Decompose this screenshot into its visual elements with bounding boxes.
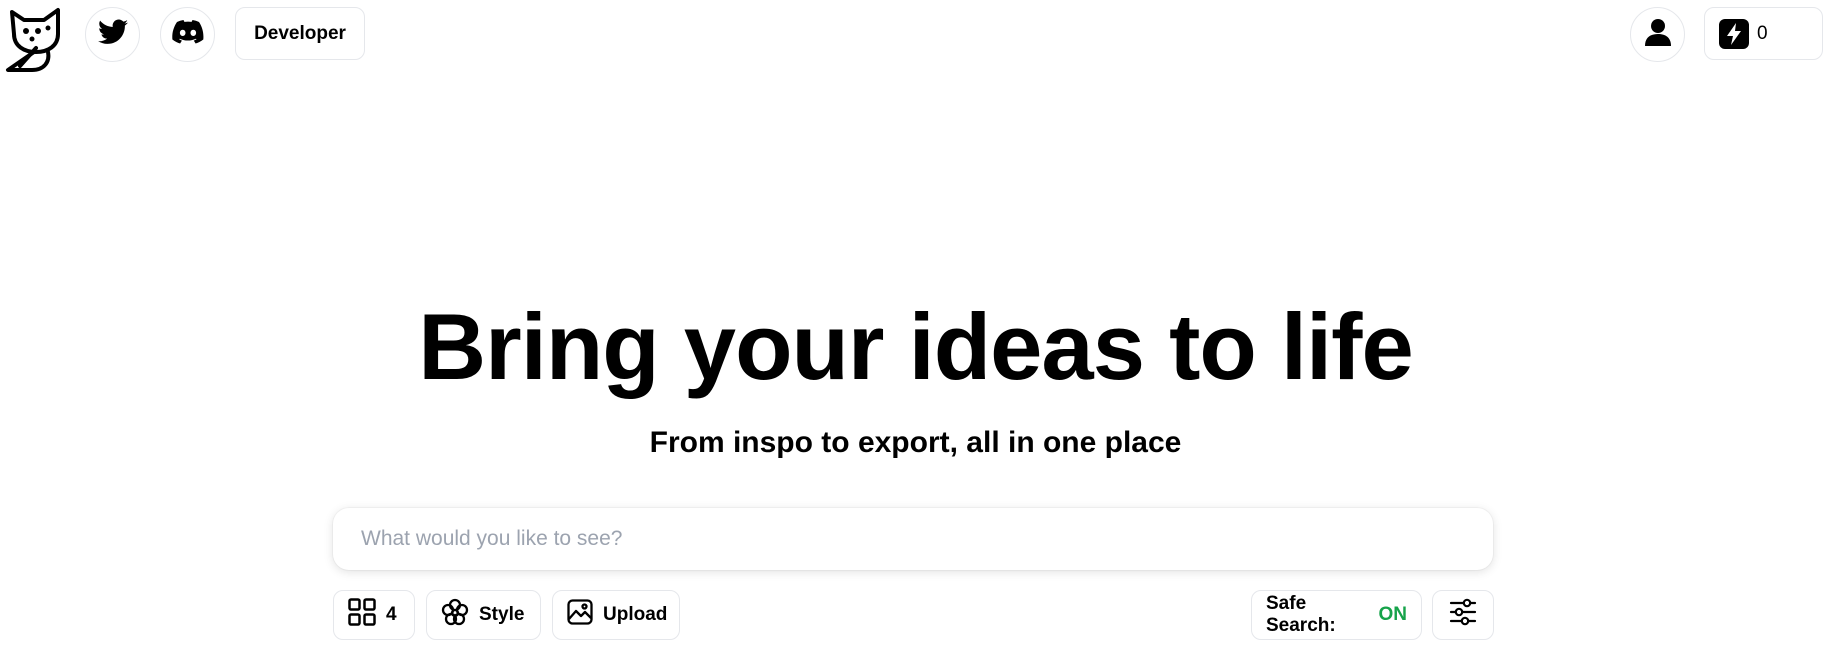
credits-count: 0 (1757, 22, 1768, 44)
upload-label: Upload (603, 604, 668, 625)
account-button[interactable] (1630, 7, 1685, 62)
twitter-icon (97, 19, 128, 50)
hero-title: Bring your ideas to life (418, 294, 1414, 399)
discord-icon (171, 20, 204, 49)
bolt-icon (1719, 18, 1749, 49)
developer-button[interactable]: Developer (235, 7, 365, 60)
image-count-button[interactable]: 4 (333, 590, 415, 640)
top-bar: Developer 0 (0, 0, 1831, 80)
developer-label: Developer (254, 22, 346, 44)
user-icon (1644, 18, 1671, 51)
sliders-icon (1449, 598, 1477, 632)
upload-button[interactable]: Upload (552, 590, 680, 640)
hero-subtitle: From inspo to export, all in one place (649, 426, 1182, 459)
cat-logo-icon[interactable] (4, 4, 66, 72)
image-icon (567, 599, 593, 631)
filters-button[interactable] (1432, 590, 1494, 640)
grid-icon (348, 598, 376, 632)
credits-button[interactable]: 0 (1704, 7, 1823, 60)
image-count-label: 4 (386, 604, 397, 625)
safe-search-status: ON (1378, 604, 1408, 625)
safe-search-label: Safe Search: (1266, 593, 1336, 636)
discord-button[interactable] (160, 7, 215, 62)
flower-icon (441, 598, 469, 632)
style-label: Style (479, 604, 525, 625)
prompt-search-box[interactable] (333, 508, 1493, 570)
safe-search-toggle[interactable]: Safe Search: ON (1251, 590, 1422, 640)
prompt-input[interactable] (361, 508, 1493, 570)
style-button[interactable]: Style (426, 590, 541, 640)
twitter-button[interactable] (85, 7, 140, 62)
